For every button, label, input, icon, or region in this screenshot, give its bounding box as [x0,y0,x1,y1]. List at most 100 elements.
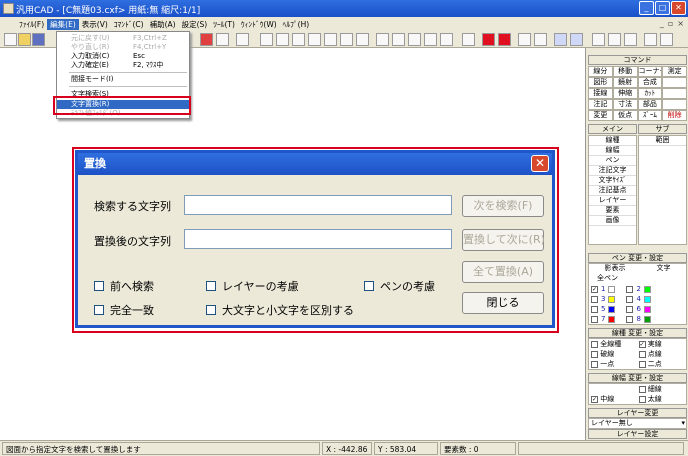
menu-tools[interactable]: ﾂｰﾙ(T) [210,19,238,30]
view2-icon[interactable] [570,33,583,46]
menu-item-redo[interactable]: やり直し(R) F4,Ctrl+Y [57,43,189,52]
cmd-dimension[interactable]: 寸法 [612,99,638,110]
main-item-text-size[interactable]: 文字ｻｲｽﾞ [589,176,636,186]
pen-row[interactable]: 34 [589,294,686,304]
cmd-annotation[interactable]: 注記 [588,99,613,110]
cmd-temp-point[interactable]: 仮点 [612,110,638,121]
pen-color-swatch[interactable] [608,305,616,313]
dialog-close-icon[interactable]: ✕ [531,155,549,172]
sub-tab[interactable]: サブ [638,124,687,134]
minimize-button[interactable]: _ [639,1,654,15]
cmd-corner[interactable]: コーナー [637,66,663,77]
main-item-linewidth[interactable]: 線幅 [589,146,636,156]
main-item-layer[interactable]: レイヤー [589,196,636,206]
grid-icon[interactable] [276,33,289,46]
pen-color-swatch[interactable] [643,295,651,303]
replace-input[interactable] [184,229,452,249]
main-item-annotation-base[interactable]: 注記基点 [589,186,636,196]
select-icon[interactable] [216,33,229,46]
search-backward-checkbox[interactable]: 前へ検索 [94,278,154,294]
find-next-button[interactable]: 次を検索(F) [462,195,544,217]
pen-checkbox[interactable] [626,285,634,293]
magnify-icon[interactable] [534,33,547,46]
main-item-linetype[interactable]: 線種 [589,136,636,146]
zoom-window-icon[interactable] [324,33,337,46]
cmd-measure[interactable]: 測定 [662,66,687,77]
frame-icon[interactable] [424,33,437,46]
mdi-minimize-icon[interactable]: _ [660,19,664,28]
layer-settings-button[interactable]: レイヤー設定 [588,429,687,439]
layout2-icon[interactable] [608,33,621,46]
menu-file[interactable]: ﾌｧｲﾙ(F) [16,19,47,30]
dimension-icon[interactable] [440,33,453,46]
pen-checkbox[interactable] [591,315,598,323]
linetype-solid[interactable]: ✓ 実線 [638,339,687,349]
pen-checkbox[interactable] [591,295,598,303]
red-square-icon[interactable] [482,33,495,46]
cmd-compose[interactable]: 合成 [637,77,663,88]
linetype-one-dot[interactable]: 一点 [591,359,639,369]
menu-view[interactable]: 表示(V) [79,19,111,30]
menu-command[interactable]: ｺﾏﾝﾄﾞ(C) [111,19,147,30]
red-frame-icon[interactable] [498,33,511,46]
pen-color-swatch[interactable] [643,305,651,313]
match-case-checkbox[interactable]: 大文字と小文字を区別する [206,302,354,318]
menu-window[interactable]: ｳｨﾝﾄﾞｳ(W) [238,19,280,30]
view-icon[interactable] [554,33,567,46]
snap-icon[interactable] [236,33,249,46]
consider-pen-checkbox[interactable]: ペンの考慮 [364,278,435,294]
find-icon[interactable] [518,33,531,46]
edit-icon[interactable] [624,33,637,46]
menu-edit[interactable]: 編集(E) [47,18,79,30]
marker-icon[interactable] [462,33,475,46]
linetype-dashed[interactable]: 破線 [591,349,639,359]
cross-icon[interactable] [376,33,389,46]
close-button[interactable]: ✕ [671,1,686,15]
linetype-all[interactable]: 全線種 [591,339,639,349]
search-input[interactable] [184,195,452,215]
menu-settings[interactable]: 設定(S) [179,19,211,30]
open-file-icon[interactable] [18,33,31,46]
sub-item-range[interactable]: 範囲 [639,136,686,146]
menu-item-cancel-input[interactable]: 入力取消(C) Esc [57,52,189,61]
cmd-stretch[interactable]: 伸縮 [612,88,638,99]
pen-color-swatch[interactable] [643,315,651,323]
menu-help[interactable]: ﾍﾙﾌﾟ(H) [280,19,313,30]
cmd-delete[interactable]: 削除 [662,110,687,121]
cmd-change[interactable]: 変更 [588,110,613,121]
consider-layer-checkbox[interactable]: レイヤーの考慮 [206,278,299,294]
pen-checkbox[interactable] [626,295,634,303]
layer-select[interactable]: レイヤー無し ▾ [588,418,687,429]
cmd-part[interactable]: 部品 [637,99,663,110]
stop-icon[interactable] [200,33,213,46]
mdi-close-icon[interactable]: × [677,19,684,28]
chart-icon[interactable] [308,33,321,46]
main-item-pen[interactable]: ペン [589,156,636,166]
measure-icon[interactable] [392,33,405,46]
menu-item-interval-mode[interactable]: 間接モード(I) [57,75,189,84]
maximize-button[interactable]: □ [655,1,670,15]
save-icon[interactable] [32,33,45,46]
replace-next-button[interactable]: 置換して次に(R) [462,229,545,251]
menu-item-confirm-input[interactable]: 入力確定(E) F2, ﾏｳｽ中 [57,61,189,70]
pen-checkbox[interactable] [626,305,634,313]
linetype-two-dot[interactable]: 二点 [638,359,687,369]
cmd-move[interactable]: 移動 [612,66,638,77]
close-button-dialog[interactable]: 閉じる [462,292,544,314]
help-icon[interactable] [644,33,657,46]
linewidth-thick[interactable]: 太線 [638,394,687,404]
exact-match-checkbox[interactable]: 完全一致 [94,302,154,318]
main-item-image[interactable]: 画像 [589,216,636,226]
pen-all[interactable]: 全ペン [589,274,686,284]
cmd-cut[interactable]: ｶｯﾄ [637,88,663,99]
menu-assist[interactable]: 補助(A) [147,19,179,30]
pen-row[interactable]: ✓ 1 2 [589,284,686,294]
cmd-zoom[interactable]: ｽﾞｰﾑ [637,110,663,121]
layout-icon[interactable] [592,33,605,46]
cmd-line[interactable]: 線分 [588,66,613,77]
zoom-icon[interactable] [340,33,353,46]
dim-icon[interactable] [408,33,421,46]
pen-color-swatch[interactable] [608,285,616,293]
pen-color-swatch[interactable] [608,295,616,303]
pen-checkbox[interactable]: ✓ [591,285,598,293]
